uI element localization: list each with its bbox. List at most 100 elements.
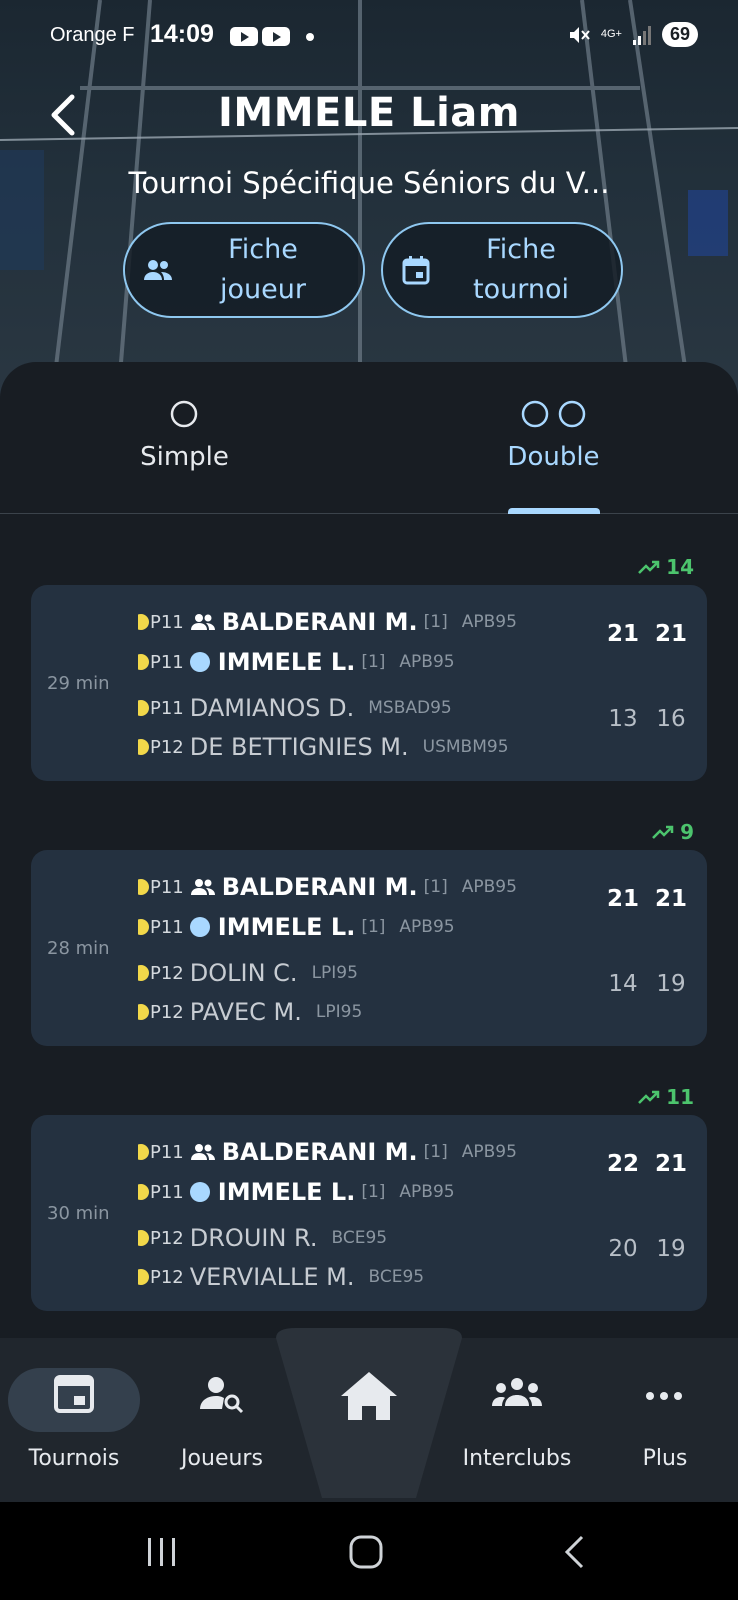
- player-club: APB95: [399, 652, 455, 672]
- recent-apps-icon[interactable]: [144, 1536, 180, 1568]
- nav-tournois-label: Tournois: [28, 1446, 120, 1471]
- system-navigation-bar: [0, 1502, 738, 1600]
- nav-home[interactable]: [296, 1338, 442, 1498]
- match-card[interactable]: 28 min P11 BALDERANI M. [1] APB95 P11 IMMELE L…: [31, 850, 707, 1046]
- set-score: 19: [656, 971, 686, 997]
- set-score: 21: [654, 621, 687, 647]
- player-name: PAVEC M.: [189, 998, 302, 1026]
- match-card[interactable]: 29 min P11 BALDERANI M. [1] APB95 P11 IMMELE L…: [31, 585, 707, 781]
- player-row[interactable]: P12 DE BETTIGNIES M. USMBM95: [138, 730, 509, 764]
- player-row[interactable]: P11 IMMELE L. [1] APB95: [138, 1175, 455, 1209]
- player-name: IMMELE L.: [217, 648, 356, 676]
- elo-trend-value: 14: [666, 555, 694, 579]
- player-name: VERVIALLE M.: [189, 1263, 355, 1291]
- nav-interclubs[interactable]: Interclubs: [442, 1338, 592, 1498]
- player-row[interactable]: P11 BALDERANI M. [1] APB95: [138, 1135, 517, 1169]
- page-title: IMMELE Liam: [218, 90, 520, 136]
- tournament-sheet-label: Fiche tournoi: [473, 234, 569, 305]
- player-rank: P12: [150, 736, 184, 758]
- set-score: 21: [606, 886, 639, 912]
- tab-simple[interactable]: Simple: [0, 362, 369, 514]
- player-name: IMMELE L.: [217, 1178, 356, 1206]
- player-row[interactable]: P11 BALDERANI M. [1] APB95: [138, 605, 517, 639]
- player-seed: [1]: [361, 917, 386, 937]
- player-rank: P11: [150, 651, 184, 673]
- match-duration: 30 min: [47, 1203, 110, 1224]
- player-name: IMMELE L.: [217, 913, 356, 941]
- home-icon: [341, 1372, 397, 1420]
- youtube-notification-icon: [230, 27, 258, 46]
- player-row[interactable]: P12 DOLIN C. LPI95: [138, 956, 358, 990]
- set-score: 19: [656, 1236, 686, 1262]
- calendar-icon: [402, 256, 430, 285]
- battery-level: 69: [661, 22, 698, 47]
- match-card[interactable]: 30 min P11 BALDERANI M. [1] APB95 P11 IMMELE L…: [31, 1115, 707, 1311]
- home-system-icon[interactable]: [348, 1534, 384, 1570]
- shuttle-rank-icon: [138, 1004, 149, 1020]
- player-row[interactable]: P11 BALDERANI M. [1] APB95: [138, 870, 517, 904]
- tab-double-label: Double: [507, 442, 600, 472]
- elo-trend-value: 11: [666, 1085, 694, 1109]
- groups-icon: [492, 1378, 542, 1406]
- shuttle-rank-icon: [138, 1269, 149, 1285]
- matches-sheet: Simple Double 14 29 min P11 BALDERANI M. [1]…: [0, 362, 738, 1342]
- discipline-tabs: Simple Double: [0, 362, 738, 514]
- tournament-sheet-button[interactable]: Fiche tournoi: [381, 222, 623, 318]
- player-seed: [1]: [361, 1182, 386, 1202]
- set-score: 16: [656, 706, 686, 732]
- player-row[interactable]: P11 IMMELE L. [1] APB95: [138, 910, 455, 944]
- status-bar: Orange F 14:09 4G+ 69: [0, 18, 738, 54]
- player-name: DOLIN C.: [189, 959, 298, 987]
- player-row[interactable]: P12 VERVIALLE M. BCE95: [138, 1260, 424, 1294]
- match-duration: 29 min: [47, 673, 110, 694]
- player-rank: P11: [150, 1181, 184, 1203]
- player-club: LPI95: [315, 1002, 363, 1022]
- player-rank: P11: [150, 611, 184, 633]
- shuttle-rank-icon: [138, 919, 149, 935]
- player-club: USMBM95: [422, 737, 509, 757]
- player-club: APB95: [399, 917, 455, 937]
- trending-up-icon: [638, 1090, 660, 1104]
- player-name: BALDERANI M.: [221, 608, 418, 636]
- player-row[interactable]: P11 IMMELE L. [1] APB95: [138, 645, 455, 679]
- player-row[interactable]: P12 PAVEC M. LPI95: [138, 995, 362, 1029]
- player-name: BALDERANI M.: [221, 873, 418, 901]
- set-score: 21: [606, 621, 639, 647]
- shuttle-rank-icon: [138, 1184, 149, 1200]
- player-name: DAMIANOS D.: [189, 694, 355, 722]
- trending-up-icon: [652, 825, 674, 839]
- player-row[interactable]: P12 DROUIN R. BCE95: [138, 1221, 387, 1255]
- players-icon: [144, 260, 172, 280]
- signal-icon: [632, 25, 651, 45]
- set-score: 21: [654, 886, 687, 912]
- partner-icon: [190, 1144, 215, 1160]
- network-type: 4G+: [600, 28, 622, 40]
- player-rank: P12: [150, 1227, 184, 1249]
- elo-trend: 9: [652, 820, 694, 844]
- nav-plus-label: Plus: [642, 1446, 688, 1471]
- tab-double[interactable]: Double: [369, 362, 738, 514]
- nav-plus[interactable]: Plus: [592, 1338, 738, 1498]
- back-system-icon[interactable]: [562, 1534, 586, 1570]
- player-sheet-label: Fiche joueur: [220, 234, 306, 305]
- shuttle-rank-icon: [138, 614, 149, 630]
- mute-icon: [569, 26, 590, 43]
- player-club: BCE95: [368, 1267, 425, 1287]
- trending-up-icon: [638, 560, 660, 574]
- player-rank: P12: [150, 1266, 184, 1288]
- player-sheet-button[interactable]: Fiche joueur: [123, 222, 365, 318]
- player-rank: P11: [150, 876, 184, 898]
- player-club: LPI95: [311, 963, 358, 983]
- nav-tournois[interactable]: Tournois: [0, 1338, 148, 1498]
- tournament-subtitle: Tournoi Spécifique Séniors du V...: [128, 166, 610, 200]
- player-club: MSBAD95: [368, 698, 452, 718]
- player-seed: [1]: [361, 652, 386, 672]
- nav-joueurs[interactable]: Joueurs: [148, 1338, 296, 1498]
- player-club: APB95: [461, 1142, 517, 1162]
- player-club: BCE95: [331, 1228, 388, 1248]
- user-search-icon: [200, 1377, 244, 1414]
- tab-simple-label: Simple: [140, 442, 229, 472]
- player-rank: P12: [150, 1001, 184, 1023]
- player-row[interactable]: P11 DAMIANOS D. MSBAD95: [138, 691, 452, 725]
- notification-dot-icon: [306, 33, 314, 41]
